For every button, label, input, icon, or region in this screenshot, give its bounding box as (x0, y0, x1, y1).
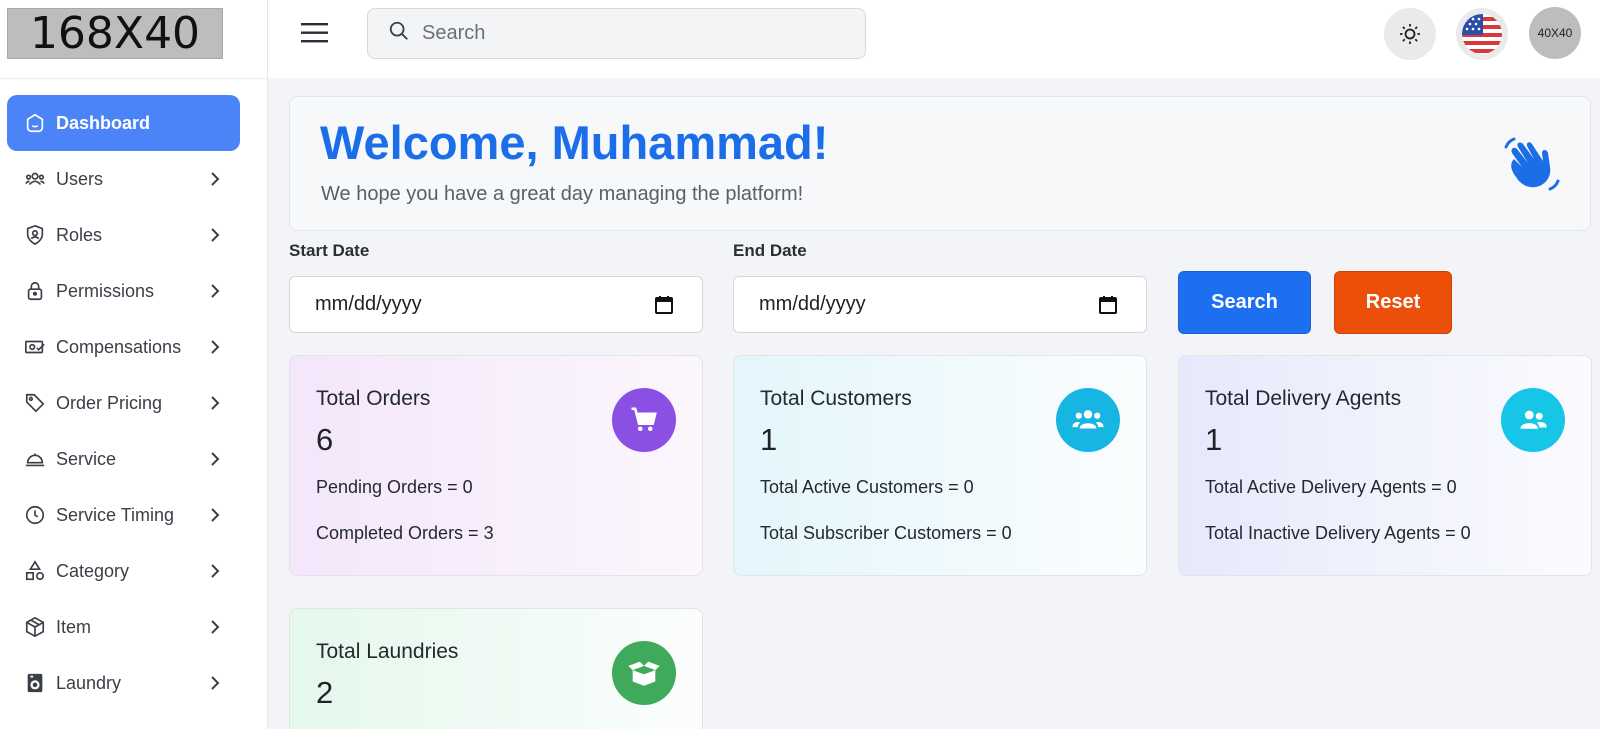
hamburger-icon (301, 23, 328, 43)
sidebar-nav: Dashboard Users Roles Permissions Compen… (7, 95, 240, 711)
inactive-agents-stat: Total Inactive Delivery Agents = 0 (1205, 523, 1471, 543)
chevron-right-icon (208, 228, 222, 242)
card-value: 1 (760, 422, 778, 457)
calendar-icon[interactable] (654, 295, 674, 315)
chevron-right-icon (208, 172, 222, 186)
total-orders-card: Total Orders 6 Pending Orders = 0 Comple… (289, 355, 703, 576)
us-flag-icon (1462, 14, 1502, 54)
sun-icon (1400, 24, 1420, 44)
open-box-icon (612, 641, 676, 705)
active-customers-stat: Total Active Customers = 0 (760, 477, 974, 497)
sidebar-item-laundry[interactable]: Laundry (7, 655, 240, 711)
card-title: Total Orders (316, 387, 431, 410)
theme-toggle-button[interactable] (1384, 8, 1436, 60)
search-input[interactable] (422, 22, 842, 45)
sidebar-item-label: Laundry (56, 672, 122, 693)
washing-machine-icon (23, 671, 47, 695)
topbar: 40X40 (268, 0, 1600, 78)
chevron-right-icon (208, 452, 222, 466)
card-value: 6 (316, 422, 334, 457)
sidebar: 168X40 Dashboard Users Roles Permissions… (0, 0, 268, 729)
lock-icon (23, 279, 47, 303)
card-value: 1 (1205, 422, 1223, 457)
welcome-banner: Welcome, Muhammad! We hope you have a gr… (289, 96, 1591, 231)
chevron-right-icon (208, 340, 222, 354)
sidebar-item-item[interactable]: Item (7, 599, 240, 655)
service-icon (23, 447, 47, 471)
sidebar-item-category[interactable]: Category (7, 543, 240, 599)
logo-text: 168X40 (29, 8, 201, 59)
users-icon (23, 167, 47, 191)
chevron-right-icon (208, 564, 222, 578)
card-title: Total Laundries (316, 640, 459, 663)
card-title: Total Customers (760, 387, 912, 410)
chevron-right-icon (208, 620, 222, 634)
sidebar-item-users[interactable]: Users (7, 151, 240, 207)
total-delivery-agents-card: Total Delivery Agents 1 Total Active Del… (1178, 355, 1592, 576)
start-date-input[interactable]: mm/dd/yyyy (289, 276, 703, 333)
sidebar-item-dashboard[interactable]: Dashboard (7, 95, 240, 151)
tag-icon (23, 391, 47, 415)
sidebar-item-label: Service (56, 448, 117, 469)
sidebar-item-label: Compensations (56, 336, 182, 357)
sidebar-item-label: Category (56, 560, 130, 581)
welcome-subtitle: We hope you have a great day managing th… (321, 183, 804, 205)
pending-orders-stat: Pending Orders = 0 (316, 477, 473, 497)
sidebar-item-label: Service Timing (56, 504, 175, 525)
end-date-input[interactable]: mm/dd/yyyy (733, 276, 1147, 333)
money-check-icon (23, 335, 47, 359)
completed-orders-stat: Completed Orders = 3 (316, 523, 494, 543)
chevron-right-icon (208, 676, 222, 690)
waving-hand-icon (1504, 137, 1560, 191)
calendar-icon[interactable] (1098, 295, 1118, 315)
chevron-right-icon (208, 396, 222, 410)
end-date-label: End Date (733, 241, 807, 260)
end-date-value: mm/dd/yyyy (759, 293, 866, 315)
search-bar[interactable] (367, 8, 866, 59)
reset-button[interactable]: Reset (1334, 271, 1452, 334)
box-icon (23, 615, 47, 639)
sidebar-item-label: Users (56, 168, 104, 189)
chevron-right-icon (208, 284, 222, 298)
sidebar-item-permissions[interactable]: Permissions (7, 263, 240, 319)
sidebar-item-label: Item (56, 616, 92, 637)
search-button[interactable]: Search (1178, 271, 1311, 334)
sidebar-item-order-pricing[interactable]: Order Pricing (7, 375, 240, 431)
total-customers-card: Total Customers 1 Total Active Customers… (733, 355, 1147, 576)
welcome-title: Welcome, Muhammad! (320, 116, 829, 169)
dashboard-icon (23, 111, 47, 135)
language-button[interactable] (1456, 8, 1508, 60)
avatar-text: 40X40 (1537, 26, 1573, 40)
logo-divider (0, 78, 268, 79)
clock-icon (23, 503, 47, 527)
sidebar-item-compensations[interactable]: Compensations (7, 319, 240, 375)
shapes-icon (23, 559, 47, 583)
sidebar-item-label: Order Pricing (56, 392, 163, 413)
card-title: Total Delivery Agents (1205, 387, 1402, 410)
cart-icon (612, 388, 676, 452)
chevron-right-icon (208, 508, 222, 522)
sidebar-item-service[interactable]: Service (7, 431, 240, 487)
user-group-icon (1501, 388, 1565, 452)
total-laundries-card: Total Laundries 2 (289, 608, 703, 729)
menu-toggle-button[interactable] (300, 20, 330, 48)
start-date-value: mm/dd/yyyy (315, 293, 422, 315)
card-value: 2 (316, 675, 334, 710)
subscriber-customers-stat: Total Subscriber Customers = 0 (760, 523, 1012, 543)
avatar[interactable]: 40X40 (1529, 7, 1581, 59)
active-agents-stat: Total Active Delivery Agents = 0 (1205, 477, 1457, 497)
shield-user-icon (23, 223, 47, 247)
logo[interactable]: 168X40 (7, 8, 223, 59)
sidebar-item-label: Permissions (56, 280, 155, 301)
sidebar-item-service-timing[interactable]: Service Timing (7, 487, 240, 543)
users-icon (1056, 388, 1120, 452)
sidebar-item-label: Dashboard (56, 112, 151, 133)
search-icon (388, 20, 410, 47)
sidebar-item-label: Roles (56, 224, 103, 245)
sidebar-item-roles[interactable]: Roles (7, 207, 240, 263)
start-date-label: Start Date (289, 241, 370, 260)
